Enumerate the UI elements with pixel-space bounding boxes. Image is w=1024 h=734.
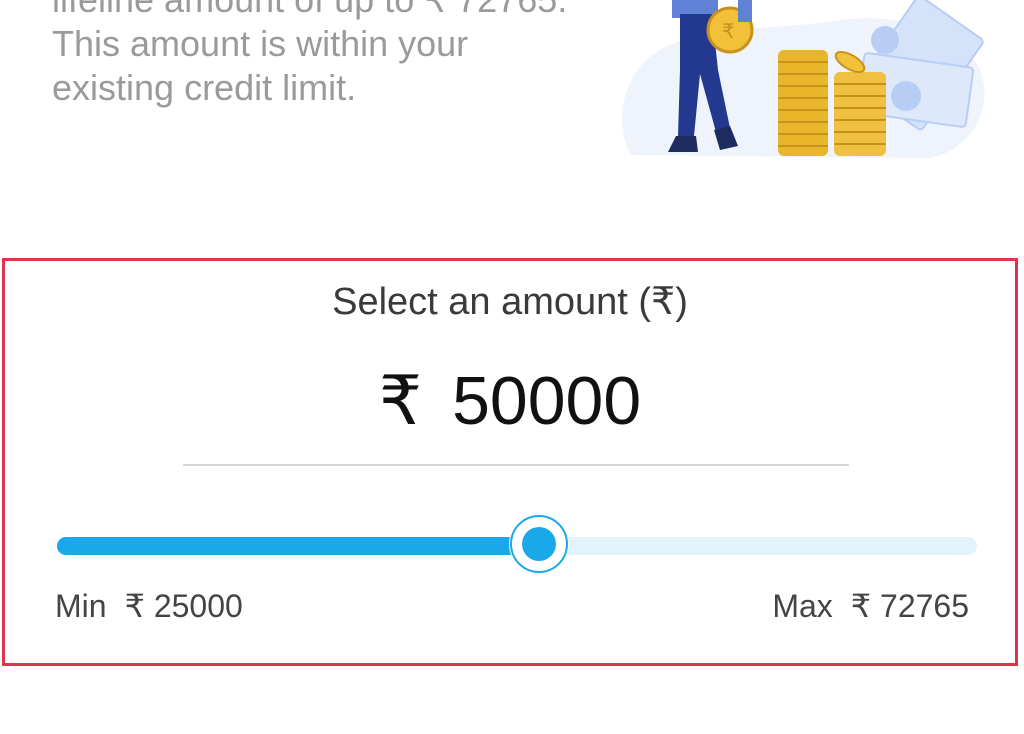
intro-line-1: lifeline amount of up to ₹ 72765. [52, 0, 612, 22]
min-caption: Min [55, 588, 107, 624]
svg-text:₹: ₹ [722, 21, 735, 43]
max-amount-label: Max ₹ 72765 [772, 587, 969, 625]
selected-amount-display[interactable]: ₹50000 [5, 361, 1015, 441]
currency-symbol: ₹ [378, 363, 423, 439]
intro-text: lifeline amount of up to ₹ 72765. This a… [52, 0, 612, 110]
slider-thumb-dot [521, 527, 556, 561]
max-value: ₹ 72765 [850, 588, 969, 624]
amount-slider[interactable] [57, 515, 977, 573]
max-caption: Max [772, 588, 833, 624]
amount-heading: Select an amount (₹) [332, 281, 688, 323]
amount-underline-divider [183, 464, 849, 466]
selected-amount-value: 50000 [452, 363, 642, 439]
intro-line-3: existing credit limit. [52, 67, 357, 108]
slider-thumb-handle[interactable] [509, 515, 568, 573]
amount-selector-panel: Select an amount (₹) ₹50000 Min ₹ 25000 M… [2, 258, 1018, 666]
person-with-coins-illustration: ₹ [600, 0, 1000, 170]
illustration-art: ₹ [622, 0, 985, 159]
min-value: ₹ 25000 [124, 588, 243, 624]
intro-line-2: This amount is within your [52, 23, 469, 64]
slider-fill [57, 537, 539, 555]
min-amount-label: Min ₹ 25000 [55, 587, 243, 625]
